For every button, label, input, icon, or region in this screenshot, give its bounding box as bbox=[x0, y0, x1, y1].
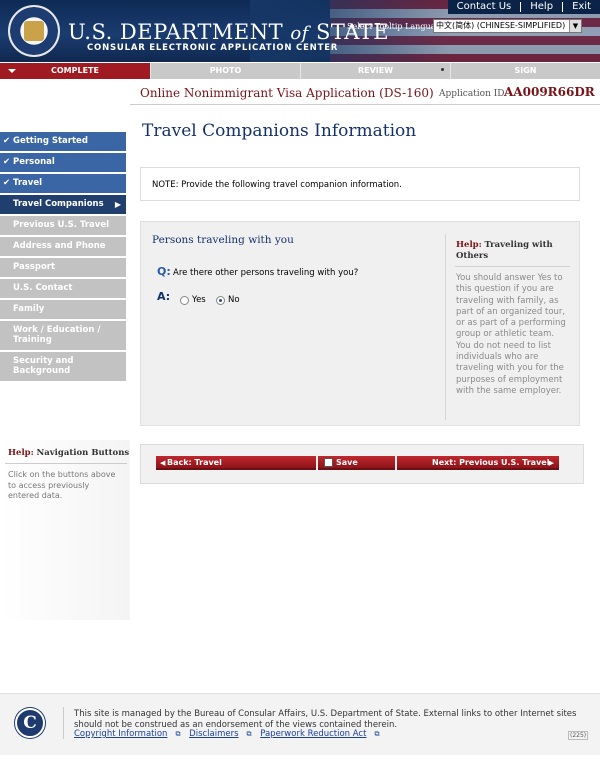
tooltip-language-select[interactable]: 中文(简体) (CHINESE-SIMPLIFIED) ▼ bbox=[433, 19, 582, 33]
external-link-icon: ⧉ bbox=[374, 730, 380, 738]
sidebar-item-getting-started[interactable]: ✔ Getting Started bbox=[0, 132, 126, 151]
application-id-label: Application ID bbox=[439, 89, 505, 99]
sidebar-item-travel-companions[interactable]: Travel Companions ▶ bbox=[0, 195, 126, 214]
paperwork-reduction-act-link[interactable]: Paperwork Reduction Act bbox=[260, 729, 366, 739]
disclaimers-link[interactable]: Disclaimers bbox=[189, 729, 238, 739]
application-id-value: AA009R66DR bbox=[504, 85, 595, 99]
back-button[interactable]: ◀ Back: Travel bbox=[156, 456, 316, 470]
sidebar-item-work-education-training: Work / Education / Training bbox=[0, 321, 126, 350]
navigation-help-title: Help: Navigation Buttons bbox=[8, 448, 130, 458]
note-box: NOTE: Provide the following travel compa… bbox=[140, 167, 580, 201]
next-arrow-icon: ▶ bbox=[548, 459, 554, 467]
footer-links: Copyright Information ⧉ Disclaimers ⧉ Pape… bbox=[74, 729, 379, 739]
answer-label: A: bbox=[157, 290, 171, 303]
sidebar-item-passport: Passport bbox=[0, 258, 126, 277]
copyright-link[interactable]: Copyright Information bbox=[74, 729, 167, 739]
page-code: (225) bbox=[568, 731, 589, 740]
divider bbox=[130, 104, 600, 105]
external-link-icon: ⧉ bbox=[175, 730, 181, 738]
navigation-help-panel bbox=[0, 440, 130, 620]
divider bbox=[63, 707, 64, 739]
next-button[interactable]: Next: Previous U.S. Travel ▶ bbox=[397, 456, 559, 470]
checkmark-icon: ✔ bbox=[3, 178, 11, 188]
chevron-down-icon[interactable]: ▼ bbox=[569, 20, 581, 32]
radio-no-label[interactable]: No bbox=[228, 295, 240, 305]
chevron-down-icon bbox=[8, 69, 16, 73]
sidebar-item-us-contact: U.S. Contact bbox=[0, 279, 126, 298]
radio-yes-label[interactable]: Yes bbox=[192, 295, 206, 305]
step-complete: COMPLETE bbox=[0, 63, 151, 79]
application-title: Online Nonimmigrant Visa Application (DS… bbox=[140, 86, 434, 100]
sidebar-item-address-and-phone: Address and Phone bbox=[0, 237, 126, 256]
step-review: REVIEW bbox=[301, 63, 451, 79]
section-title: Persons traveling with you bbox=[152, 234, 294, 246]
sidebar: ✔ Getting Started ✔ Personal ✔ Travel Trave… bbox=[0, 132, 126, 383]
checkmark-icon: ✔ bbox=[3, 157, 11, 167]
progress-steps: COMPLETE PHOTO REVIEW SIGN bbox=[0, 63, 600, 79]
sidebar-item-family: Family bbox=[0, 300, 126, 319]
external-link-icon: ⧉ bbox=[246, 730, 252, 738]
footer-text: This site is managed by the Bureau of Co… bbox=[74, 709, 577, 730]
radio-yes[interactable] bbox=[180, 296, 189, 305]
state-department-seal-icon bbox=[8, 5, 60, 57]
sidebar-item-previous-us-travel: Previous U.S. Travel bbox=[0, 216, 126, 235]
floppy-disk-icon bbox=[324, 458, 333, 467]
sidebar-item-security-and-background: Security and Background bbox=[0, 352, 126, 381]
bullet-icon bbox=[441, 68, 444, 71]
page-title: Travel Companions Information bbox=[142, 121, 417, 141]
sidebar-item-personal[interactable]: ✔ Personal bbox=[0, 153, 126, 172]
navigation-help-text: Click on the buttons above to access pre… bbox=[8, 470, 116, 500]
help-title: Help: Traveling with Others bbox=[456, 240, 553, 261]
department-title: U.S. DEPARTMENT of STATE bbox=[68, 20, 390, 44]
tooltip-language-label: Select Tooltip Language bbox=[347, 22, 446, 31]
help-text: You should answer Yes to this question i… bbox=[456, 273, 566, 396]
sidebar-item-travel[interactable]: ✔ Travel bbox=[0, 174, 126, 193]
contact-us-link[interactable]: Contact Us bbox=[448, 2, 521, 12]
radio-no[interactable] bbox=[216, 296, 225, 305]
step-photo: PHOTO bbox=[151, 63, 301, 79]
checkmark-icon: ✔ bbox=[3, 136, 11, 146]
site-subtitle: CONSULAR ELECTRONIC APPLICATION CENTER bbox=[87, 43, 339, 53]
question-text: Are there other persons traveling with y… bbox=[173, 268, 359, 278]
exit-link[interactable]: Exit bbox=[562, 2, 600, 12]
question-label: Q: bbox=[157, 265, 171, 278]
top-links: Contact Us Help Exit bbox=[447, 0, 600, 14]
divider bbox=[5, 463, 127, 464]
back-arrow-icon: ◀ bbox=[160, 459, 166, 467]
divider bbox=[455, 266, 570, 267]
consular-affairs-logo-icon: C bbox=[15, 708, 45, 738]
save-button[interactable]: Save bbox=[318, 456, 395, 470]
step-sign: SIGN bbox=[514, 66, 537, 75]
chevron-right-icon: ▶ bbox=[114, 200, 121, 209]
help-link[interactable]: Help bbox=[520, 2, 562, 12]
